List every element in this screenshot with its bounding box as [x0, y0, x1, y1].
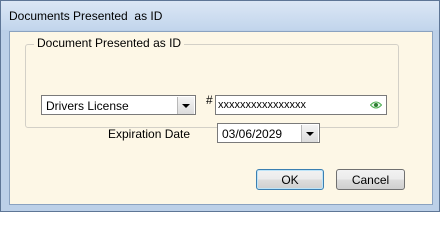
eye-icon[interactable]: [370, 100, 382, 110]
chevron-down-icon: [306, 131, 314, 136]
window-title: Documents Presented as ID: [9, 9, 163, 23]
expiration-date-picker[interactable]: 03/06/2029: [217, 123, 320, 143]
id-number-label: #: [206, 93, 213, 107]
groupbox-legend: Document Presented as ID: [34, 36, 185, 50]
cancel-button[interactable]: Cancel: [336, 169, 405, 190]
expiration-date-label: Expiration Date: [108, 127, 191, 141]
document-type-dropdown-button[interactable]: [177, 97, 194, 114]
chevron-down-icon: [182, 103, 190, 108]
document-groupbox: Document Presented as ID: [25, 36, 399, 128]
dialog-window: Documents Presented as ID Document Prese…: [0, 0, 440, 212]
ok-button[interactable]: OK: [256, 169, 324, 190]
id-number-input[interactable]: [218, 98, 368, 112]
id-number-field[interactable]: [215, 95, 387, 115]
expiration-date-value: 03/06/2029: [222, 127, 283, 141]
expiration-date-dropdown-button[interactable]: [301, 125, 318, 142]
document-type-value: Drivers License: [46, 99, 129, 113]
title-bar[interactable]: Documents Presented as ID: [1, 1, 439, 30]
document-type-select[interactable]: Drivers License: [41, 95, 196, 115]
